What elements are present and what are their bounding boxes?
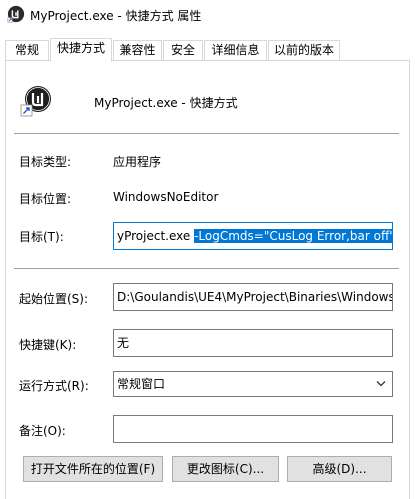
run-select-value: 常规窗口 <box>117 377 166 391</box>
chevron-down-icon <box>376 381 386 387</box>
unreal-engine-icon <box>7 5 25 23</box>
start-in-label: 起始位置(S): <box>19 292 89 306</box>
tab-strip: 常规 快捷方式 兼容性 安全 详细信息 以前的版本 <box>0 38 415 62</box>
open-file-location-button[interactable]: 打开文件所在的位置(F) <box>23 456 163 482</box>
unreal-engine-icon <box>20 86 51 117</box>
run-label: 运行方式(R): <box>19 379 89 393</box>
target-type-label: 目标类型: <box>19 155 72 169</box>
target-label: 目标(T): <box>19 230 64 244</box>
target-type-value: 应用程序 <box>113 155 162 169</box>
shortcut-panel: MyProject.exe - 快捷方式 目标类型: 应用程序 目标位置: Wi… <box>5 60 410 499</box>
tab-details[interactable]: 详细信息 <box>204 40 267 61</box>
title-bar: MyProject.exe - 快捷方式 属性 <box>0 0 415 31</box>
comment-label: 备注(O): <box>19 424 66 438</box>
window-title: MyProject.exe - 快捷方式 属性 <box>30 9 202 23</box>
start-in-input[interactable]: D:\Goulandis\UE4\MyProject\Binaries\Wind… <box>113 283 393 311</box>
hotkey-input[interactable]: 无 <box>113 329 393 357</box>
target-location-label: 目标位置: <box>19 192 72 206</box>
hotkey-label: 快捷键(K): <box>19 338 77 352</box>
target-input[interactable]: yProject.exe -LogCmds="CusLog Error,bar … <box>113 222 393 250</box>
target-selected-text: -LogCmds="CusLog Error,bar off" <box>194 229 393 243</box>
tab-previous-versions[interactable]: 以前的版本 <box>268 40 340 61</box>
tab-compatibility[interactable]: 兼容性 <box>113 40 162 61</box>
divider <box>14 268 399 269</box>
target-location-value: WindowsNoEditor <box>113 190 219 204</box>
run-select[interactable]: 常规窗口 <box>113 371 393 397</box>
shortcut-name: MyProject.exe - 快捷方式 <box>94 96 238 110</box>
change-icon-button[interactable]: 更改图标(C)... <box>172 456 279 482</box>
tab-security[interactable]: 安全 <box>163 40 203 61</box>
advanced-button[interactable]: 高级(D)... <box>287 456 392 482</box>
comment-input[interactable] <box>113 415 393 443</box>
tab-general[interactable]: 常规 <box>5 40 49 61</box>
tab-shortcut[interactable]: 快捷方式 <box>50 38 112 62</box>
divider <box>14 133 399 134</box>
target-text: yProject.exe <box>117 229 195 243</box>
